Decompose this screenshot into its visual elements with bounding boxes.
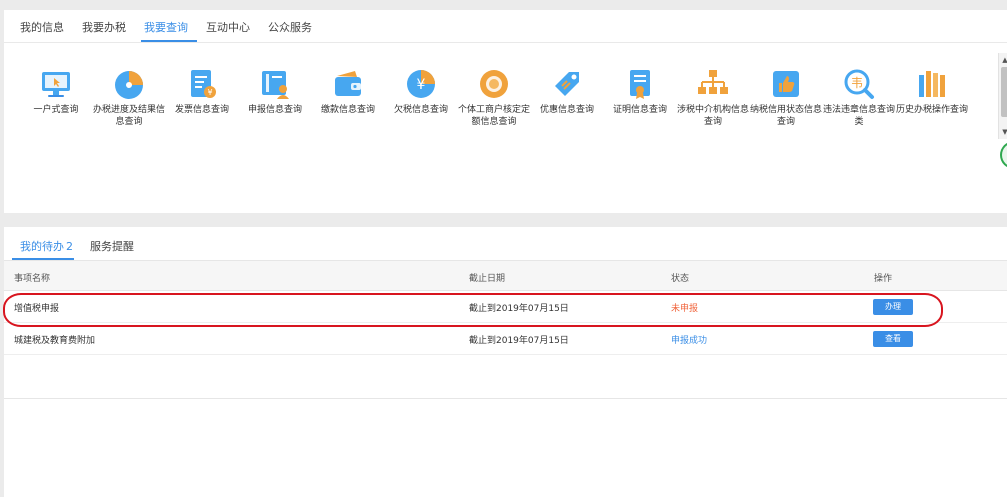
- svg-text:¥: ¥: [417, 77, 426, 93]
- wallet-icon: [335, 71, 361, 96]
- query-item-tax-arrears[interactable]: ¥ 欠税信息查询: [385, 67, 457, 116]
- tab-interaction-center[interactable]: 互动中心: [206, 19, 250, 35]
- tab-tax-handling[interactable]: 我要办税: [82, 19, 126, 35]
- todo-count-badge: 2: [66, 240, 73, 253]
- row-status-badge: 申报成功: [671, 336, 708, 346]
- query-item-credit-status[interactable]: 纳税信用状态信息查询: [750, 67, 822, 128]
- row-item-name: 城建税及教育费附加: [14, 336, 96, 346]
- query-item-progress[interactable]: 办税进度及结果信息查询: [93, 67, 165, 128]
- query-item-self-employed-quota[interactable]: 个体工商户核定定额信息查询: [458, 67, 530, 128]
- query-item-declaration[interactable]: 申报信息查询: [239, 67, 311, 116]
- invoice-icon: ¥: [191, 70, 216, 98]
- table-row: 城建税及教育费附加 截止到2019年07月15日 申报成功 查看: [4, 324, 1007, 355]
- book-person-icon: [262, 71, 289, 99]
- header-status: 状态: [671, 274, 690, 284]
- highlight-annotation: [3, 293, 943, 327]
- table-bottom-divider: [4, 398, 1007, 399]
- pie-chart-icon: [115, 71, 143, 99]
- query-item-label: 个体工商户核定定额信息查询: [458, 105, 530, 127]
- query-item-certificate[interactable]: 证明信息查询: [604, 67, 676, 116]
- query-item-payment[interactable]: 缴款信息查询: [312, 67, 384, 116]
- tab-service-reminder[interactable]: 服务提醒: [90, 238, 134, 254]
- search-violation-icon: 韦: [844, 69, 874, 99]
- scroll-thumb[interactable]: [1001, 67, 1007, 117]
- icons-scrollbar[interactable]: ▲ ▼: [998, 53, 1007, 139]
- scroll-up-icon[interactable]: ▲: [999, 55, 1007, 65]
- todo-table-header: 事项名称 截止日期 状态 操作: [4, 260, 1007, 291]
- tab-query[interactable]: 我要查询: [144, 19, 188, 35]
- row-deadline: 截止到2019年07月15日: [469, 336, 569, 346]
- shop-icon: [480, 70, 508, 98]
- svg-text:韦: 韦: [851, 76, 863, 90]
- query-item-label: 历史办税操作查询: [896, 105, 968, 115]
- tab-my-todo[interactable]: 我的待办 2: [20, 238, 73, 254]
- yuan-coin-icon: ¥: [407, 70, 435, 98]
- tag-icon: [555, 72, 579, 96]
- header-deadline: 截止日期: [469, 274, 506, 284]
- query-item-label: 申报信息查询: [247, 105, 302, 115]
- tab-public-service[interactable]: 公众服务: [268, 19, 312, 35]
- tab-my-info[interactable]: 我的信息: [20, 19, 64, 35]
- header-action: 操作: [874, 274, 893, 284]
- query-item-label: 欠税信息查询: [393, 105, 448, 115]
- query-item-label: 优惠信息查询: [539, 105, 594, 115]
- query-item-violations[interactable]: 韦 违法违章信息查询类: [823, 67, 895, 128]
- query-item-preferential[interactable]: 优惠信息查询: [531, 67, 603, 116]
- thumbs-up-icon: [773, 71, 799, 97]
- active-tab-indicator: [141, 40, 197, 42]
- query-panel: 我的信息 我要办税 我要查询 互动中心 公众服务 一户式查询 办税进度及结果信息…: [4, 10, 1007, 213]
- query-item-label: 一户式查询: [33, 105, 79, 115]
- view-button[interactable]: 查看: [873, 331, 913, 347]
- svg-text:¥: ¥: [207, 88, 212, 97]
- query-item-label: 违法违章信息查询类: [823, 105, 895, 127]
- query-item-label: 证明信息查询: [612, 105, 667, 115]
- query-item-label: 缴款信息查询: [320, 105, 375, 115]
- query-item-single-household[interactable]: 一户式查询: [20, 67, 92, 116]
- query-item-intermediary[interactable]: 涉税中介机构信息查询: [677, 67, 749, 128]
- query-item-invoice[interactable]: ¥ 发票信息查询: [166, 67, 238, 116]
- certificate-icon: [630, 70, 650, 99]
- query-item-label: 涉税中介机构信息查询: [677, 105, 749, 127]
- query-item-label: 发票信息查询: [174, 105, 229, 115]
- query-item-label: 办税进度及结果信息查询: [93, 105, 165, 127]
- query-item-history[interactable]: 历史办税操作查询: [896, 67, 968, 116]
- main-tabs: 我的信息 我要办税 我要查询 互动中心 公众服务: [4, 10, 1007, 43]
- todo-panel: 我的待办 2 服务提醒 事项名称 截止日期 状态 操作 增值税申报 截止到2019…: [4, 227, 1007, 497]
- org-chart-icon: [698, 70, 728, 94]
- history-icon: [919, 71, 945, 97]
- header-item-name: 事项名称: [14, 274, 51, 284]
- query-item-label: 纳税信用状态信息查询: [750, 105, 822, 127]
- monitor-icon: [42, 72, 70, 97]
- scroll-down-icon[interactable]: ▼: [999, 127, 1007, 137]
